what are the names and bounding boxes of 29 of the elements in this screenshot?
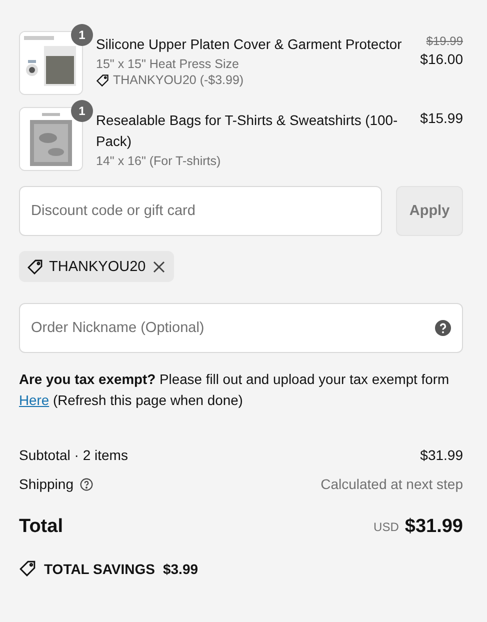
total-value: $31.99 xyxy=(404,516,463,538)
shipping-label: Shipping xyxy=(19,476,74,492)
subtotal-value: $31.99 xyxy=(420,447,463,463)
total-savings-label: TOTAL SAVINGS xyxy=(44,560,155,576)
here-link[interactable]: Here xyxy=(19,392,50,408)
tax-exempt-note: Are you tax exempt? Please fill out and upload your tax exempt form Here (Refresh this page when done) xyxy=(19,370,450,410)
discount-label: THANKYOU20 (-$3.99) xyxy=(113,73,244,87)
discount-code: THANKYOU20 xyxy=(49,258,146,274)
product-name: Silicone Upper Platen Cover & Garment Protector xyxy=(96,35,403,54)
total-label: Total xyxy=(19,516,63,538)
tag-icon xyxy=(96,74,109,86)
quantity-badge: 1 xyxy=(71,100,93,122)
order-nickname-field[interactable]: Order Nickname (Optional) xyxy=(19,303,463,353)
help-icon[interactable] xyxy=(80,478,92,490)
total-savings-value: $3.99 xyxy=(162,560,198,576)
shipping-value: Calculated at next step xyxy=(320,476,463,492)
tags-icon xyxy=(19,560,36,577)
quantity-badge: 1 xyxy=(71,24,93,46)
price: $16.00 xyxy=(420,51,463,67)
help-icon[interactable] xyxy=(435,320,451,336)
product-variant: 14" x 16" (For T-shirts) xyxy=(96,154,222,168)
subtotal-label: Subtotal · 2 items xyxy=(19,447,128,463)
product-name: Resealable Bags for T-Shirts & Sweatshirts (100-Pack) xyxy=(96,111,399,151)
currency-label: USD xyxy=(374,520,399,534)
product-variant: 15" x 15" Heat Press Size xyxy=(96,57,240,71)
tag-icon xyxy=(27,258,43,274)
close-icon[interactable] xyxy=(152,260,166,274)
price: $15.99 xyxy=(420,110,463,126)
original-price: $19.99 xyxy=(426,34,463,48)
